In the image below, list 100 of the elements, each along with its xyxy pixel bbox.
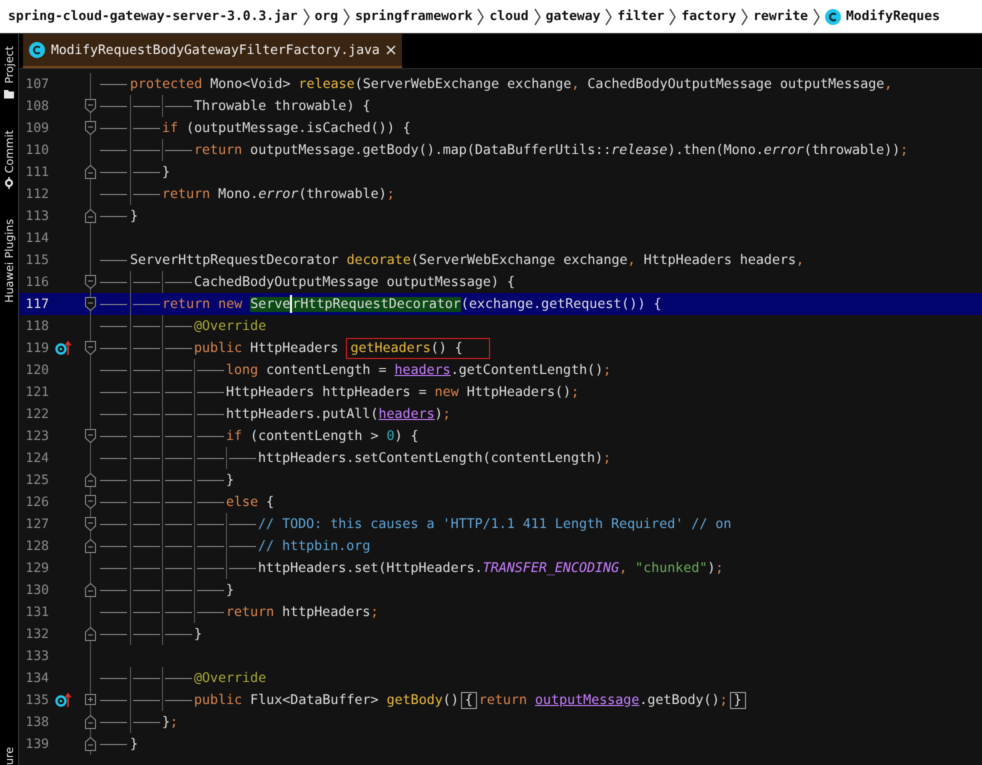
line-number: 115	[24, 252, 50, 268]
code-text: contentLength =	[265, 362, 388, 378]
indent-guide	[130, 293, 162, 315]
breadcrumb-item[interactable]: ModifyReques	[846, 9, 940, 24]
line-number: 139	[24, 736, 50, 752]
line-number: 112	[24, 186, 50, 202]
indent-guide	[130, 271, 162, 293]
fold-icon[interactable]	[85, 165, 96, 179]
folder-icon[interactable]	[3, 88, 15, 100]
line-number: 121	[24, 384, 50, 400]
line-number: 138	[24, 714, 50, 730]
folded-brace[interactable]: }	[730, 692, 746, 708]
code-comment: // TODO: this causes a 'HTTP/1.1 411 Length Required' // on	[258, 516, 732, 532]
code-text: }	[226, 582, 234, 598]
fold-icon[interactable]	[85, 583, 96, 597]
keyword: return	[478, 692, 528, 708]
line-number: 107	[24, 76, 50, 92]
punctuation: ;	[603, 450, 612, 466]
code-text: }	[130, 208, 138, 224]
code-text: }	[162, 714, 170, 730]
commit-icon[interactable]	[3, 176, 15, 189]
code-text: () {	[430, 340, 463, 356]
punctuation: ;	[386, 186, 395, 202]
breadcrumb-item[interactable]: gateway	[546, 9, 600, 24]
code-text: ()	[442, 692, 459, 708]
method-name: release	[298, 76, 355, 92]
punctuation: ;	[715, 560, 724, 576]
breadcrumb-item[interactable]: factory	[681, 9, 736, 24]
code-text: httpHeaders	[281, 604, 370, 620]
fold-icon[interactable]	[85, 495, 96, 509]
code-text: httpHeaders.set(HttpHeaders.	[258, 560, 483, 576]
line-number: 119	[24, 340, 50, 356]
breadcrumb-item[interactable]: filter	[617, 9, 664, 24]
fold-icon[interactable]	[85, 99, 96, 113]
breadcrumb-item[interactable]: cloud	[489, 9, 529, 24]
fold-icon[interactable]	[85, 627, 96, 641]
line-number: 126	[24, 494, 50, 510]
overrides-method-icon[interactable]	[55, 692, 71, 708]
close-icon[interactable]	[386, 45, 396, 55]
keyword: protected	[130, 76, 202, 92]
fold-icon[interactable]	[85, 715, 96, 729]
code-text: CachedBodyOutputMessage outputMessage	[586, 76, 884, 92]
punctuation: ;	[170, 714, 178, 730]
punctuation: ;	[900, 142, 908, 158]
breadcrumb-item[interactable]: org	[314, 9, 338, 24]
class-icon	[29, 42, 45, 58]
editor-tab[interactable]: ModifyRequestBodyGatewayFilterFactory.java	[23, 34, 402, 68]
code-text: HttpHeaders headers	[642, 252, 796, 268]
punctuation: ,	[628, 252, 636, 268]
breadcrumb-item[interactable]: rewrite	[753, 9, 808, 24]
code-text: Mono<Void>	[209, 76, 292, 92]
keyword: return new	[162, 296, 244, 312]
fold-icon[interactable]	[85, 341, 96, 355]
chevron-icon	[534, 8, 541, 26]
line-number: 131	[24, 604, 50, 620]
code-text: (throwable))	[804, 142, 900, 158]
code-text: (outputMessage.isCached()) {	[185, 120, 411, 136]
fold-icon[interactable]	[85, 473, 96, 487]
code-text: ServerHttpRequestDecorator	[130, 252, 340, 268]
tool-window-tab[interactable]: Project	[2, 46, 16, 84]
code-text: .getBody()	[639, 692, 720, 708]
code-text: .getContentLength()	[450, 362, 604, 378]
chevron-icon	[669, 8, 676, 26]
code-text: Mono.	[217, 186, 258, 202]
fold-icon[interactable]	[85, 429, 96, 443]
code-text: (ServerWebExchange exchange	[354, 76, 572, 92]
tool-window-tab[interactable]: Commit	[2, 130, 16, 173]
line-number: 123	[24, 428, 50, 444]
chevron-icon	[302, 8, 310, 26]
breadcrumb-item[interactable]: spring-cloud-gateway-server-3.0.3.jar	[8, 9, 298, 24]
line-number: 135	[24, 692, 50, 708]
tool-window-tab[interactable]: ure	[2, 746, 16, 765]
fold-icon[interactable]	[85, 517, 96, 531]
constant-name: TRANSFER_ENCODING	[482, 560, 620, 576]
fold-icon[interactable]	[85, 539, 96, 553]
keyword: return	[162, 186, 210, 202]
line-number: 111	[24, 164, 50, 180]
chevron-icon	[812, 8, 820, 26]
fold-icon[interactable]	[85, 297, 96, 311]
code-comment: // httpbin.org	[258, 538, 370, 554]
overrides-method-icon[interactable]	[55, 340, 71, 356]
line-number: 127	[24, 516, 50, 532]
expand-icon[interactable]	[85, 693, 96, 707]
string-literal: "chunked"	[635, 560, 708, 576]
breadcrumb-item[interactable]: springframework	[355, 9, 472, 24]
code-text: outputMessage.getBody().map(DataBufferUtils::	[249, 142, 612, 158]
line-number: 120	[24, 362, 50, 378]
keyword: new	[434, 384, 459, 400]
line-number: 108	[24, 98, 50, 114]
code-text: )	[434, 406, 443, 422]
fold-icon[interactable]	[85, 121, 96, 135]
keyword: long	[226, 362, 258, 378]
code-text: }	[194, 626, 202, 642]
tool-window-tab[interactable]: Huawei Plugins	[2, 218, 16, 303]
fold-icon[interactable]	[85, 209, 96, 223]
fold-icon[interactable]	[85, 275, 96, 289]
fold-icon[interactable]	[85, 737, 96, 751]
highlighted-usage: Serve	[250, 296, 290, 312]
folded-brace[interactable]: {	[460, 692, 477, 708]
code-text: HttpHeaders httpHeaders =	[226, 384, 428, 400]
